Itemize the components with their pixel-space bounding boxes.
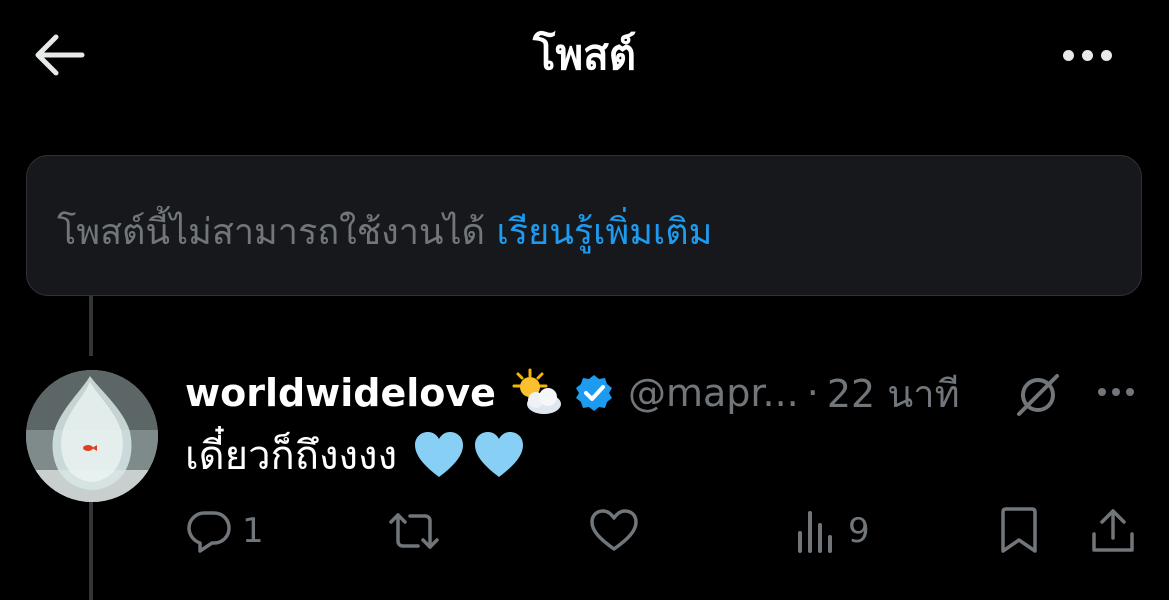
dot-icon [1081,49,1093,61]
avatar[interactable] [26,370,158,502]
timestamp[interactable]: 22 นาที [827,363,960,424]
reply-icon [187,511,231,553]
more-options-button[interactable] [1055,38,1119,72]
reply-count: 1 [242,511,264,551]
hearts [413,431,525,479]
thread-line [89,498,93,600]
thread-line [89,296,93,356]
like-button[interactable] [589,505,639,557]
retweet-button[interactable] [388,505,440,557]
top-bar: โพสต์ [0,0,1169,110]
share-icon [1092,509,1134,552]
tweet-header: worldwidelove @mapr... · 22 นาที [185,365,960,421]
tweet-text: เดี๋ยวก็ถึงงงง [185,433,398,479]
user-handle[interactable]: @mapr... [628,371,799,415]
tweet-more-button[interactable] [1092,380,1140,404]
views-chart-icon [798,511,832,553]
sun-behind-cloud-icon [510,368,564,418]
unavailable-post-notice: โพสต์นี้ไม่สามารถใช้งานได้ เรียนรู้เพิ่ม… [26,155,1142,296]
page-title: โพสต์ [532,30,637,79]
bookmark-icon [1001,507,1037,553]
like-heart-icon [590,509,638,551]
dot-icon [1100,49,1112,61]
bookmark-button[interactable] [997,505,1041,557]
views-button[interactable]: 9 [796,505,870,557]
notice-message: โพสต์นี้ไม่สามารถใช้งานได้ เรียนรู้เพิ่ม… [57,203,712,260]
grok-icon[interactable] [1010,370,1066,420]
tweet-body: เดี๋ยวก็ถึงงงง [185,425,525,485]
verified-badge-icon [574,373,614,413]
retweet-icon [389,513,439,549]
dot-icon [1112,388,1120,396]
dot-icon [1062,49,1074,61]
notice-text: โพสต์นี้ไม่สามารถใช้งานได้ [57,212,497,253]
learn-more-link[interactable]: เรียนรู้เพิ่มเติม [496,212,712,253]
dot-icon [1126,388,1134,396]
reply-button[interactable]: 1 [186,505,264,557]
light-blue-heart-icon [415,432,464,477]
light-blue-heart-icon [475,432,524,477]
dot-icon [1098,388,1106,396]
avatar-image [26,370,158,502]
display-name[interactable]: worldwidelove [185,371,496,415]
separator-dot: · [806,371,819,415]
share-button[interactable] [1090,505,1136,557]
views-count: 9 [848,511,870,551]
